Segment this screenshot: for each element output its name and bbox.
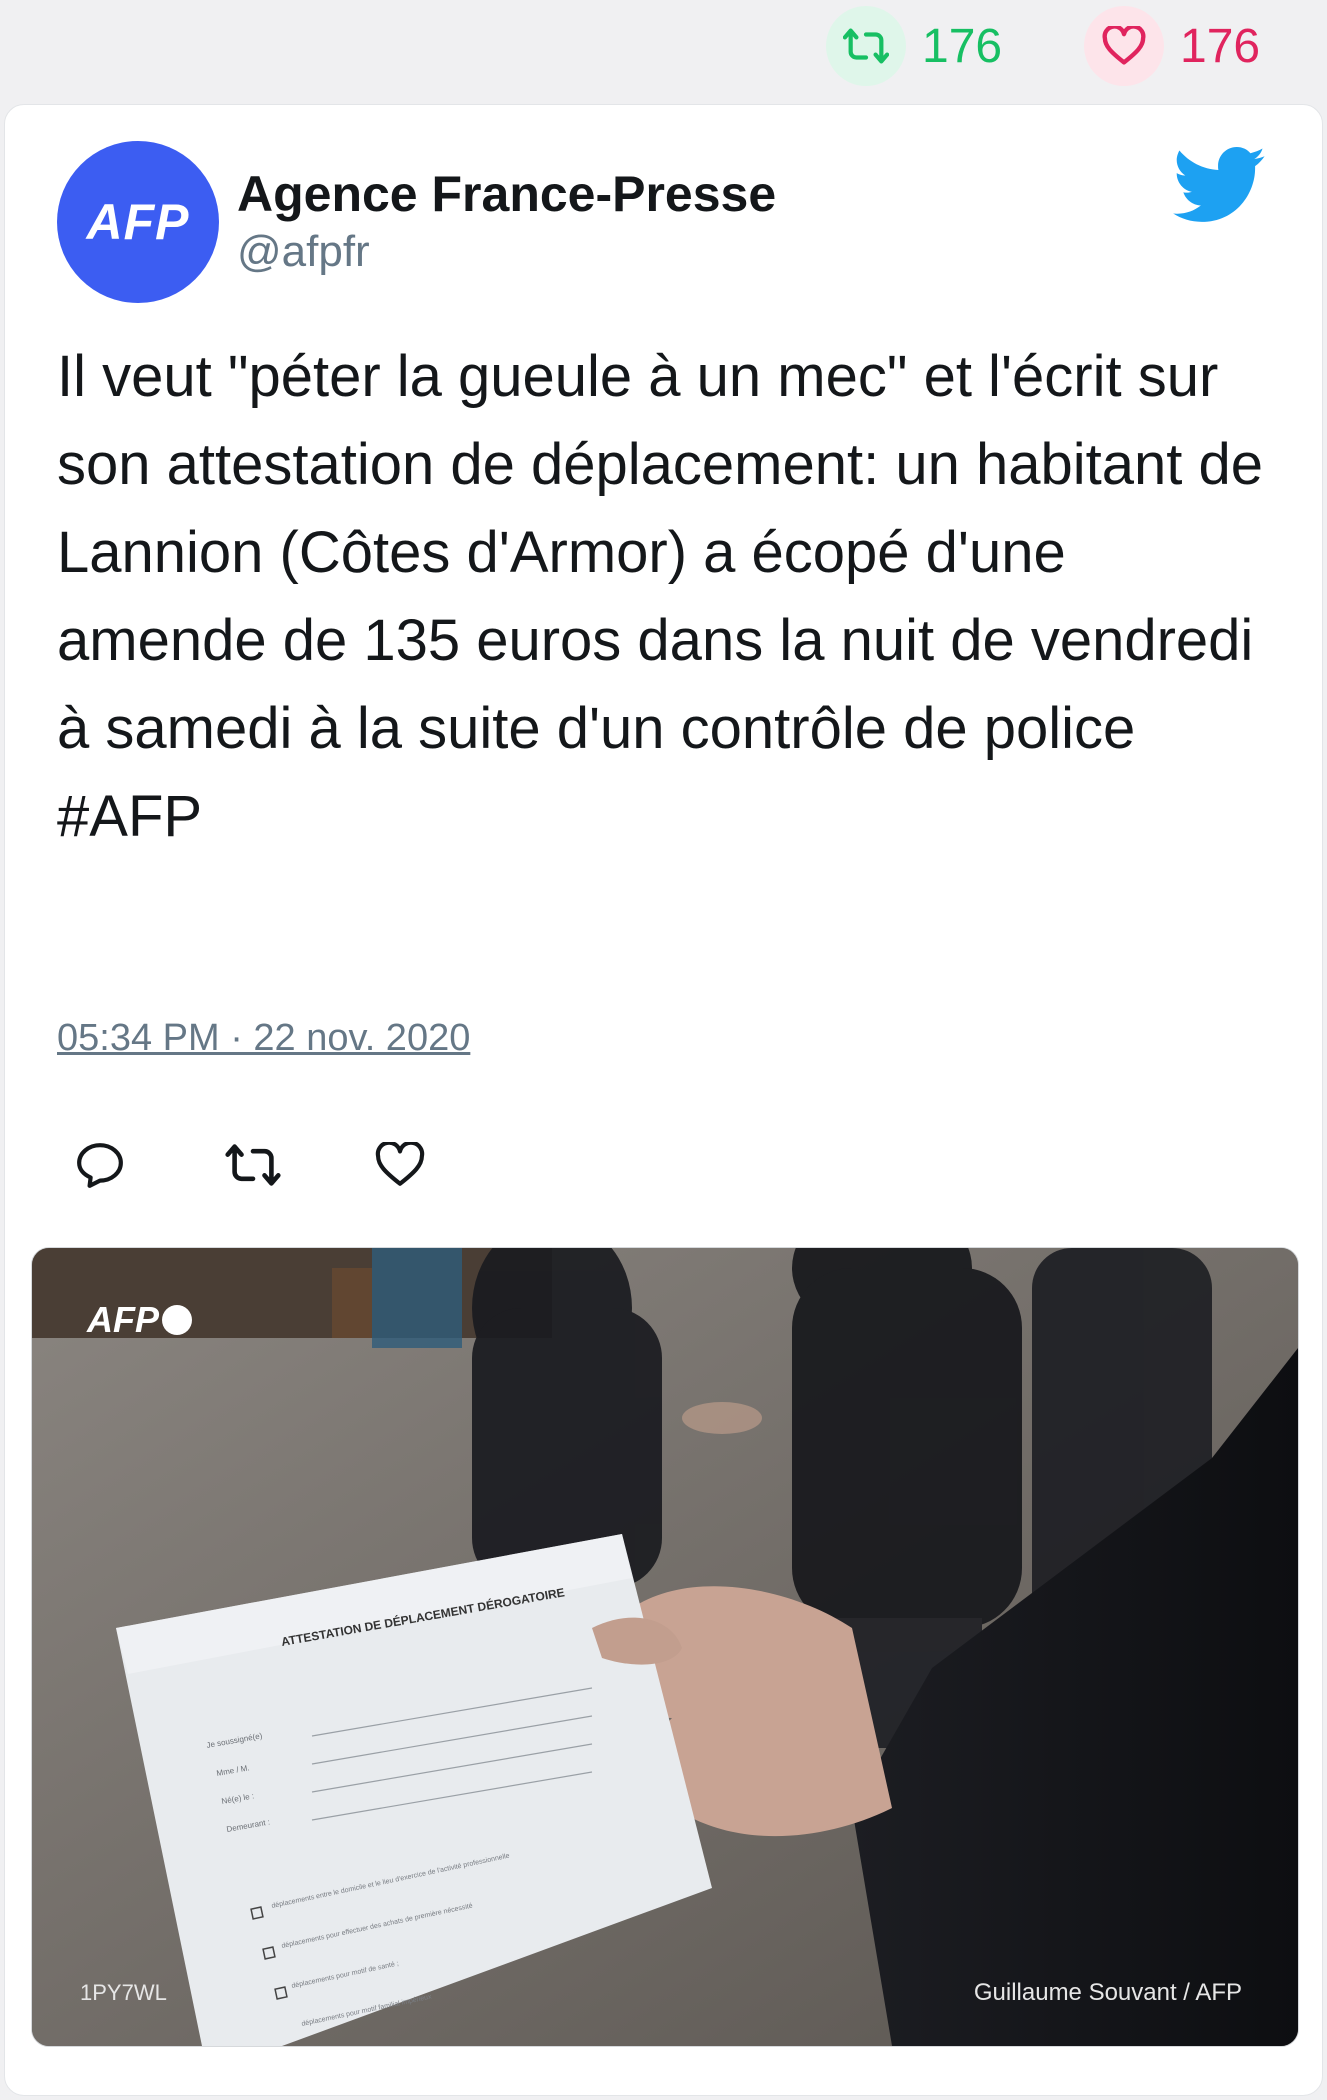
retweet-button[interactable] [225,1135,375,1195]
tweet-photo[interactable]: ATTESTATION DE DÉPLACEMENT DÉROGATOIRE J… [31,1247,1299,2047]
photo-id: 1PY7WL [80,1980,167,2005]
afp-watermark: AFP [86,1299,160,1340]
reply-button[interactable] [75,1135,225,1195]
avatar-logo-text: AFP [86,194,190,250]
retweet-icon[interactable] [826,6,906,86]
tweet-actions [75,1135,525,1195]
retweet-stat[interactable]: 176 [826,6,1002,86]
tweet-text: Il veut "péter la gueule à un mec" et l'… [57,344,1263,849]
like-stat[interactable]: 176 [1084,6,1260,86]
author-handle[interactable]: @afpfr [237,227,370,277]
tweet-timestamp[interactable]: 05:34 PM · 22 nov. 2020 [57,1017,470,1060]
retweet-count: 176 [922,19,1003,73]
avatar[interactable]: AFP [57,141,219,303]
like-count: 176 [1180,19,1261,73]
tweet-card[interactable]: AFP Agence France-Presse @afpfr Il veut … [4,104,1323,2096]
photo-credit: Guillaume Souvant / AFP [974,1979,1242,2006]
engagement-bar: 176 176 [0,0,1327,90]
like-button[interactable] [375,1135,525,1195]
reply-icon [77,1143,123,1188]
twitter-bird-icon[interactable] [1173,147,1267,225]
author-name[interactable]: Agence France-Presse [237,165,776,223]
retweet-action-icon [225,1144,281,1186]
heart-action-icon [375,1142,425,1186]
heart-icon[interactable] [1084,6,1164,86]
